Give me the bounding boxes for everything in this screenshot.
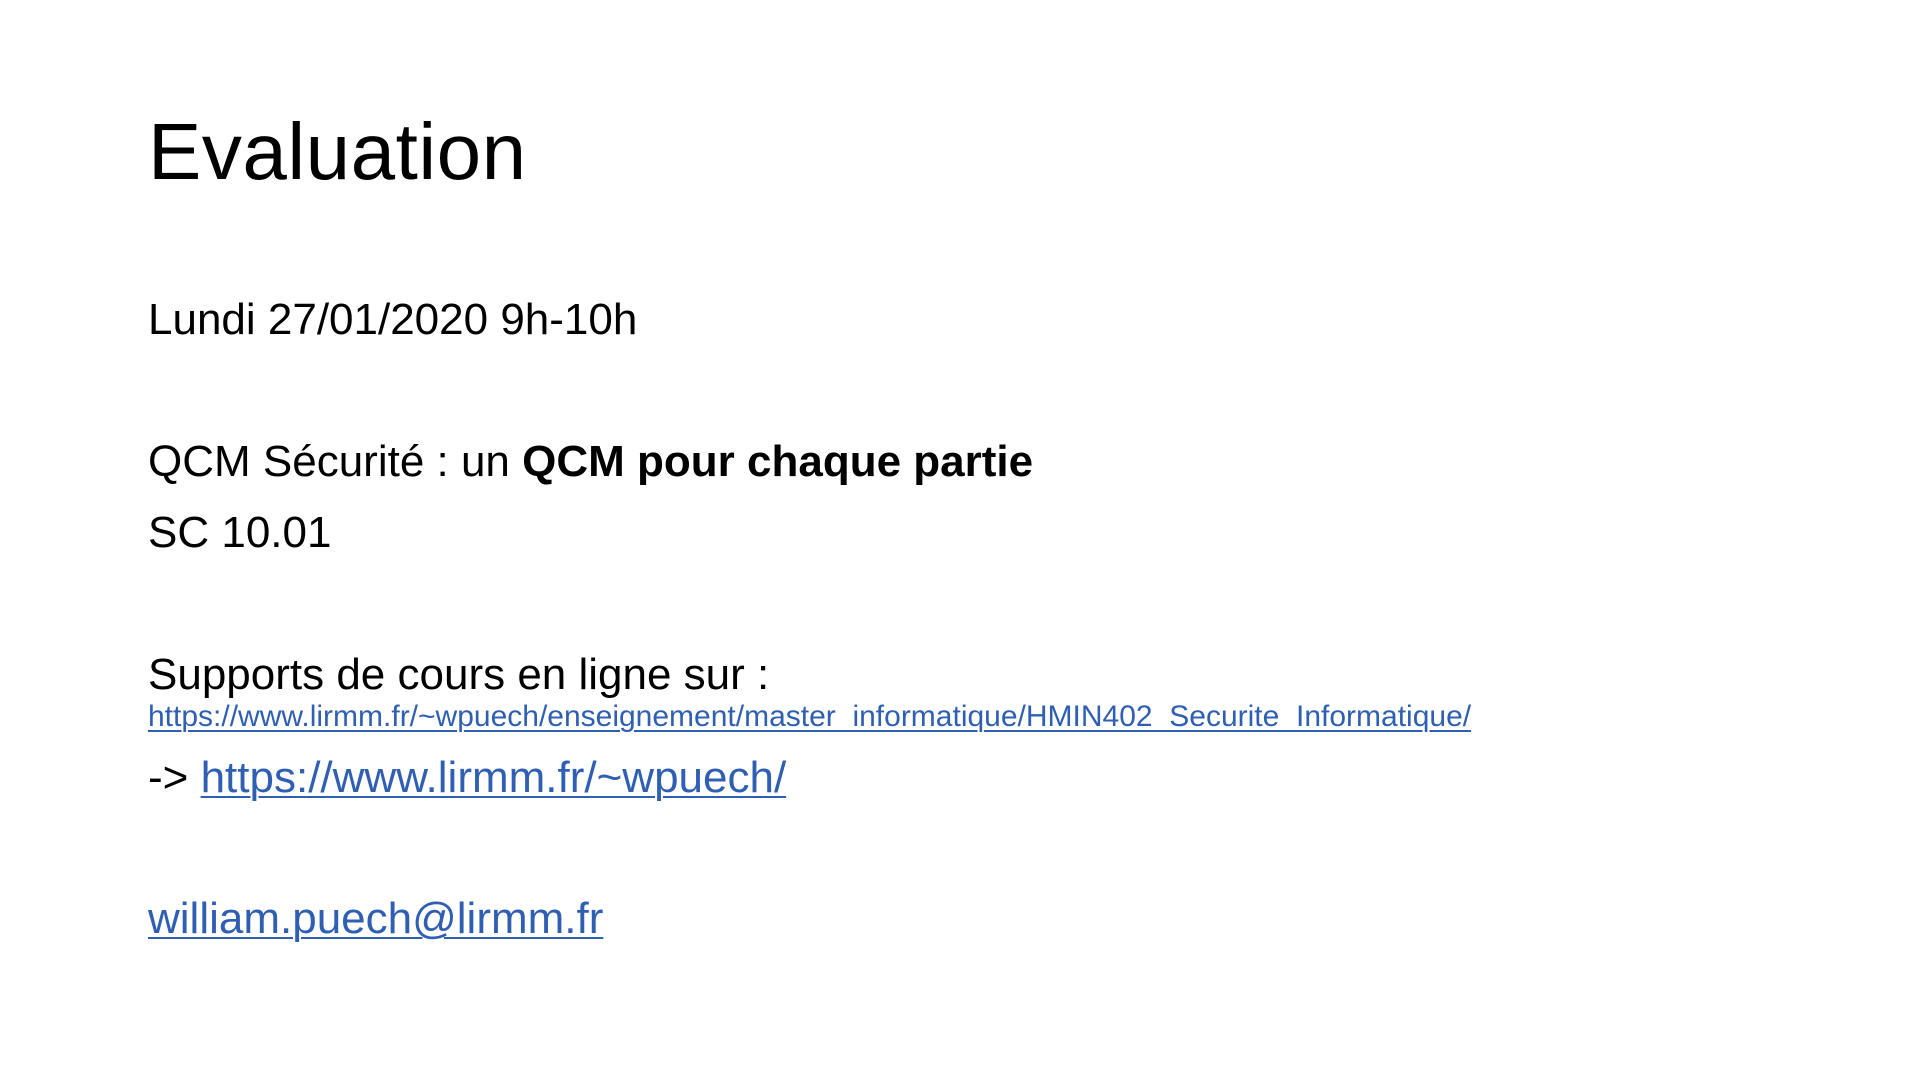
arrow-prefix: -> xyxy=(148,753,201,802)
slide-title: Evaluation xyxy=(148,107,527,196)
course-url-link[interactable]: https://www.lirmm.fr/~wpuech/enseignemen… xyxy=(148,700,1471,733)
supports-label: Supports de cours en ligne sur : xyxy=(148,650,770,699)
email-link[interactable]: william.puech@lirmm.fr xyxy=(148,894,603,943)
exam-date: Lundi 27/01/2020 9h-10h xyxy=(148,295,638,344)
qcm-bold-text: QCM pour chaque partie xyxy=(522,437,1034,486)
home-url-line: -> https://www.lirmm.fr/~wpuech/ xyxy=(148,756,786,800)
room-number: SC 10.01 xyxy=(148,508,332,557)
email-line: william.puech@lirmm.fr xyxy=(148,897,603,941)
course-url-line: https://www.lirmm.fr/~wpuech/enseignemen… xyxy=(148,702,1471,732)
slide: Evaluation Lundi 27/01/2020 9h-10h QCM S… xyxy=(0,0,1920,1080)
qcm-description: QCM Sécurité : un QCM pour chaque partie xyxy=(148,440,1033,484)
qcm-prefix: QCM Sécurité : un xyxy=(148,437,523,486)
home-url-link[interactable]: https://www.lirmm.fr/~wpuech/ xyxy=(201,753,787,802)
